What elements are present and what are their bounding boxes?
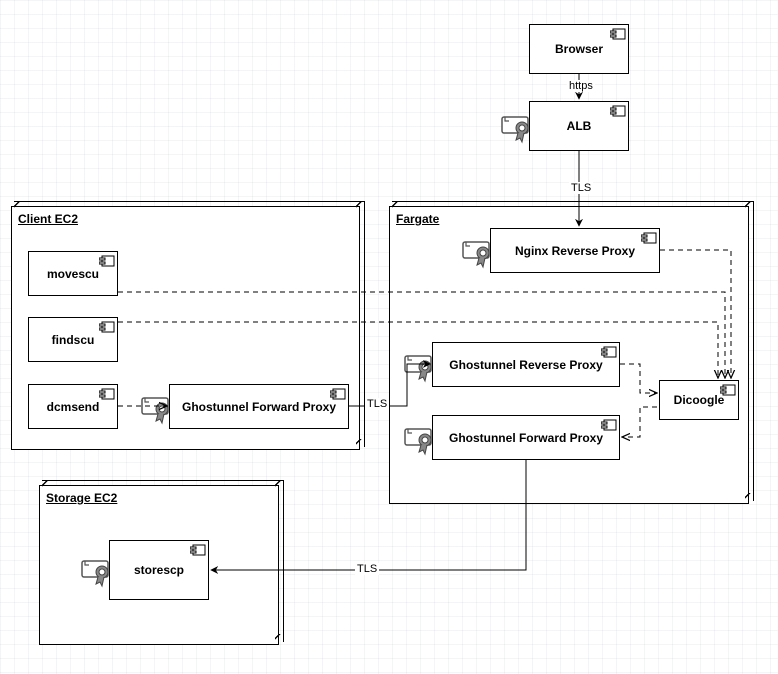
edge-label-tls-gt: TLS (365, 398, 389, 410)
component-label: Ghostunnel Reverse Proxy (433, 358, 619, 372)
group-label: Fargate (396, 212, 439, 226)
certificate-icon (142, 394, 172, 420)
component-movescu: movescu (28, 251, 118, 296)
component-icon (610, 104, 626, 118)
certificate-icon (405, 352, 435, 378)
component-icon (610, 27, 626, 41)
component-icon (99, 320, 115, 334)
component-alb: ALB (529, 101, 629, 151)
certificate-icon (463, 238, 493, 264)
edge-label-tls-alb: TLS (569, 182, 593, 194)
group-label: Client EC2 (18, 212, 78, 226)
component-browser: Browser (529, 24, 629, 74)
component-dicoogle: Dicoogle (659, 380, 739, 420)
component-ghostunnel-reverse: Ghostunnel Reverse Proxy (432, 342, 620, 387)
edge-label-tls-store: TLS (355, 563, 379, 575)
edge-label-https: https (567, 80, 595, 92)
component-dcmsend: dcmsend (28, 384, 118, 429)
component-icon (330, 387, 346, 401)
component-icon (720, 383, 736, 397)
component-label: Browser (530, 42, 628, 56)
component-ghostunnel-forward-fargate: Ghostunnel Forward Proxy (432, 415, 620, 460)
component-nginx: Nginx Reverse Proxy (490, 228, 660, 273)
component-findscu: findscu (28, 317, 118, 362)
component-icon (601, 345, 617, 359)
certificate-icon (502, 113, 532, 139)
component-ghostunnel-forward-client: Ghostunnel Forward Proxy (169, 384, 349, 429)
group-label: Storage EC2 (46, 491, 117, 505)
component-storescp: storescp (109, 540, 209, 600)
component-label: ALB (530, 119, 628, 133)
component-label: dcmsend (29, 400, 117, 414)
component-icon (99, 387, 115, 401)
component-label: Nginx Reverse Proxy (491, 244, 659, 258)
component-icon (190, 543, 206, 557)
component-icon (99, 254, 115, 268)
component-label: storescp (110, 563, 208, 577)
component-label: movescu (29, 267, 117, 281)
certificate-icon (405, 425, 435, 451)
certificate-icon (82, 557, 112, 583)
component-label: Ghostunnel Forward Proxy (433, 431, 619, 445)
component-label: Ghostunnel Forward Proxy (170, 400, 348, 414)
component-icon (641, 231, 657, 245)
component-icon (601, 418, 617, 432)
component-label: findscu (29, 333, 117, 347)
